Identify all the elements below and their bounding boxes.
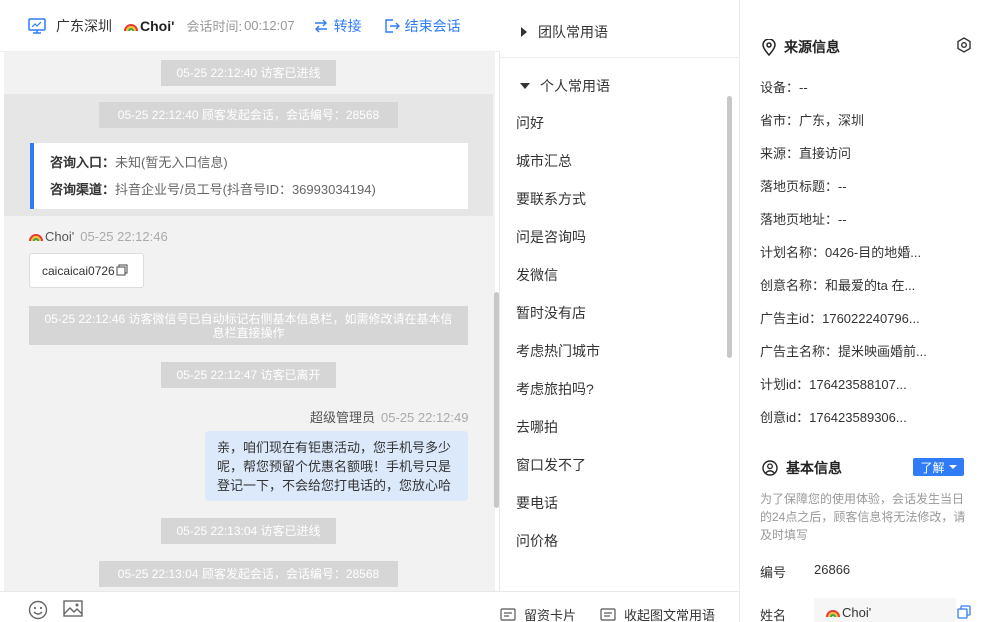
source-field: 广告主名称：提米映画婚前... bbox=[760, 344, 927, 359]
chat-header: 广东深圳 Choi' 会话时间: 00:12:07 转接 结束会话 bbox=[0, 0, 500, 52]
source-field: 计划名称：0426-目的地婚... bbox=[760, 245, 922, 260]
image-icon[interactable] bbox=[63, 600, 83, 618]
transfer-button[interactable]: 转接 bbox=[313, 16, 362, 36]
caret-down-icon bbox=[520, 83, 530, 89]
settings-icon[interactable] bbox=[956, 37, 972, 53]
lead-card-button[interactable]: 留资卡片 bbox=[500, 605, 576, 622]
info-edit-hint: 为了保障您的使用体验，会话发生当日的24点之后，顾客信息将无法修改，请及时填写 bbox=[760, 492, 966, 542]
consult-info-card: 咨询入口：未知(暂无入口信息) 咨询渠道：抖音企业号/员工号(抖音号ID：369… bbox=[30, 143, 468, 209]
phrase-item[interactable]: 要电话 bbox=[516, 493, 558, 513]
source-info-title: 来源信息 bbox=[762, 37, 840, 57]
visitor-location: 广东深圳 bbox=[56, 17, 112, 34]
phrase-item[interactable]: 发微信 bbox=[516, 265, 558, 285]
source-field: 设备：-- bbox=[760, 80, 808, 95]
customer-name-label: 姓名 bbox=[760, 608, 787, 622]
system-message: 05-25 22:12:40 访客已进线 bbox=[161, 60, 336, 86]
chat-toolbar bbox=[0, 591, 500, 622]
copy-name-icon[interactable] bbox=[957, 605, 971, 619]
card-icon bbox=[500, 607, 516, 621]
chevron-down-icon bbox=[948, 465, 957, 469]
phrase-item[interactable]: 城市汇总 bbox=[516, 151, 572, 171]
source-field: 广告主id：176022240796... bbox=[760, 311, 920, 326]
customer-id-label: 编号 bbox=[760, 565, 787, 580]
source-field: 落地页地址：-- bbox=[760, 212, 847, 227]
message-icon bbox=[600, 607, 616, 621]
source-field: 创意id：176423589306... bbox=[760, 410, 907, 425]
chat-panel: 广东深圳 Choi' 会话时间: 00:12:07 转接 结束会话 05-25 … bbox=[0, 0, 500, 622]
transfer-icon bbox=[314, 19, 327, 32]
source-field: 创意名称：和最爱的ta 在... bbox=[760, 278, 916, 293]
phrase-item[interactable]: 去哪拍 bbox=[516, 417, 558, 437]
phrase-item[interactable]: 考虑旅拍吗? bbox=[516, 379, 594, 399]
end-session-button[interactable]: 结束会话 bbox=[384, 16, 461, 36]
logout-icon bbox=[384, 18, 400, 33]
consult-entry-row: 咨询入口：未知(暂无入口信息) bbox=[50, 155, 228, 170]
phrase-item[interactable]: 问价格 bbox=[516, 531, 558, 551]
chat-scrollbar[interactable] bbox=[494, 292, 499, 508]
session-time-value: 00:12:07 bbox=[244, 18, 295, 33]
caret-right-icon bbox=[521, 27, 527, 37]
source-field: 省市：广东，深圳 bbox=[760, 113, 865, 128]
basic-info-title: 基本信息 bbox=[762, 458, 842, 478]
phrase-item[interactable]: 要联系方式 bbox=[516, 189, 586, 209]
rainbow-icon bbox=[124, 23, 138, 31]
group-divider bbox=[500, 57, 740, 58]
agent-message-bubble[interactable]: 亲，咱们现在有钜惠活动，您手机号多少呢，帮您预留个优惠名额哦！手机号只是登记一下… bbox=[205, 431, 468, 501]
message-sender: 超级管理员 05-25 22:12:49 bbox=[310, 410, 469, 425]
phrase-item[interactable]: 暂时没有店 bbox=[516, 303, 586, 323]
customer-id-value: 26866 bbox=[814, 562, 851, 577]
phrase-item[interactable]: 问是咨询吗 bbox=[516, 227, 586, 247]
personal-phrases-group[interactable]: 个人常用语 bbox=[520, 76, 610, 96]
emoji-icon[interactable] bbox=[28, 600, 48, 620]
system-message: 05-25 22:13:04 访客已进线 bbox=[161, 518, 336, 544]
location-pin-icon bbox=[762, 38, 776, 56]
team-phrases-group[interactable]: 团队常用语 bbox=[520, 22, 608, 42]
system-message: 05-25 22:13:04 顾客发起会话，会话编号：28568 bbox=[99, 561, 398, 587]
system-message: 05-25 22:12:40 顾客发起会话，会话编号：28568 bbox=[99, 102, 398, 128]
source-field: 落地页标题：-- bbox=[760, 179, 847, 194]
visitor-name: Choi' bbox=[124, 18, 174, 34]
rainbow-icon bbox=[826, 610, 840, 618]
visitor-info-panel: 来源信息 设备：-- 省市：广东，深圳 来源：直接访问 落地页标题：-- 落地页… bbox=[740, 0, 994, 622]
learn-more-dropdown[interactable]: 了解 bbox=[913, 458, 964, 476]
phrases-scrollbar[interactable] bbox=[727, 96, 732, 358]
monitor-icon bbox=[28, 17, 46, 34]
rainbow-icon bbox=[29, 234, 43, 242]
phrase-item[interactable]: 窗口发不了 bbox=[516, 455, 586, 475]
phrase-item[interactable]: 问好 bbox=[516, 113, 544, 133]
message-list[interactable]: 05-25 22:12:40 访客已进线 05-25 22:12:40 顾客发起… bbox=[4, 52, 495, 591]
source-field: 来源：直接访问 bbox=[760, 146, 852, 161]
user-circle-icon bbox=[762, 460, 778, 476]
customer-name-field[interactable]: Choi' bbox=[814, 598, 956, 622]
consult-channel-row: 咨询渠道：抖音企业号/员工号(抖音号ID：36993034194) bbox=[50, 182, 376, 197]
collapse-phrases-button[interactable]: 收起图文常用语 bbox=[600, 605, 715, 622]
source-field: 计划id：176423588107... bbox=[760, 377, 907, 392]
visitor-message-bubble[interactable]: caicaicai0726 bbox=[29, 253, 144, 288]
system-message: 05-25 22:12:46 访客微信号已自动标记右侧基本信息栏，如需修改请在基… bbox=[29, 306, 468, 345]
phrases-panel: 团队常用语 个人常用语 问好 城市汇总 要联系方式 问是咨询吗 发微信 暂时没有… bbox=[500, 0, 740, 622]
session-time-label: 会话时间: bbox=[186, 19, 243, 34]
message-sender: Choi' 05-25 22:12:46 bbox=[29, 229, 168, 244]
system-message: 05-25 22:12:47 访客已离开 bbox=[161, 362, 336, 388]
phrase-item[interactable]: 考虑热门城市 bbox=[516, 341, 600, 361]
copy-icon[interactable] bbox=[116, 264, 128, 276]
